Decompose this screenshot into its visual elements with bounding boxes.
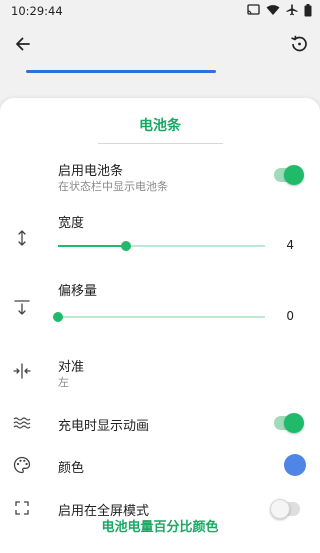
title-divider [98, 143, 223, 144]
app-bar [0, 22, 320, 100]
align-center-icon [13, 363, 31, 379]
back-button[interactable] [12, 33, 34, 55]
charging-animation-title: 充电时显示动画 [58, 419, 150, 434]
color-title: 颜色 [58, 461, 85, 476]
arrow-left-icon [16, 37, 30, 51]
fullscreen-icon [15, 501, 29, 515]
airplane-icon [286, 4, 298, 16]
width-slider-thumb[interactable] [121, 241, 132, 251]
enable-battery-bar-subtitle: 在状态栏中显示电池条 [58, 180, 168, 193]
align-title: 对准 [58, 360, 85, 375]
offset-title: 偏移量 [58, 284, 98, 299]
next-section-title: 电池电量百分比颜色 [101, 520, 219, 535]
offset-slider-thumb[interactable] [53, 312, 63, 322]
width-slider[interactable] [58, 241, 265, 251]
color-swatch[interactable] [284, 454, 306, 476]
history-button[interactable] [288, 33, 310, 55]
waves-icon [13, 417, 31, 429]
history-icon [291, 35, 307, 52]
width-title: 宽度 [58, 216, 85, 231]
fullscreen-toggle[interactable] [270, 499, 300, 519]
width-slider-fill [58, 245, 127, 247]
enable-battery-bar-title: 启用电池条 [58, 164, 124, 179]
palette-icon [13, 456, 31, 474]
status-bar: 10:29:44 [0, 0, 320, 22]
sheet-title: 电池条 [139, 118, 181, 134]
offset-down-icon [14, 300, 30, 315]
battery-bar-preview [26, 70, 216, 73]
status-icons [247, 3, 312, 17]
vertical-resize-icon [18, 230, 26, 246]
wifi-icon [266, 5, 280, 15]
offset-value: 0 [286, 309, 294, 323]
battery-icon [304, 3, 312, 16]
align-value: 左 [58, 376, 69, 389]
settings-sheet: 电池条 启用电池条 在状态栏中显示电池条 宽度 4 偏移量 0 对准 左 充电时… [0, 98, 320, 553]
width-value: 4 [286, 238, 294, 252]
cast-icon [247, 4, 260, 15]
enable-battery-bar-toggle[interactable] [274, 165, 304, 185]
status-time: 10:29:44 [11, 4, 63, 18]
charging-animation-toggle[interactable] [274, 413, 304, 433]
offset-slider[interactable] [53, 312, 265, 322]
